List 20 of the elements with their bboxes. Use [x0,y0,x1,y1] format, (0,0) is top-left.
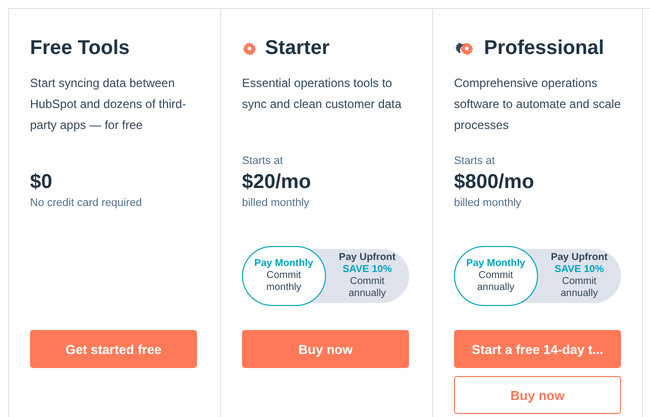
plan-description: Comprehensive operations software to automate and scale processes [454,75,621,134]
billing-option[interactable]: Pay Monthly Commit monthly [242,246,326,306]
starts-at-label: Starts at [242,155,284,167]
price-note: billed monthly [242,197,310,209]
plan-description: Start syncing data between HubSpot and dozens of third-party apps — for free [30,75,188,134]
price-note: billed monthly [454,197,522,209]
plan-description: Essential operations tools to sync and clean customer data [242,75,402,113]
plan-title: Starter [265,36,330,60]
gears-icon [454,40,476,56]
price-note: No credit card required [30,197,143,209]
plan-title: Free Tools [30,36,130,60]
plan-price: $0 [30,171,54,194]
billing-option[interactable]: Pay Upfront SAVE 10% Commit annually [538,249,621,303]
gear-icon [242,40,257,56]
billing-option[interactable]: Pay Upfront SAVE 10% Commit annually [326,249,409,303]
plan-title: Professional [484,36,604,60]
billing-option[interactable]: Pay Monthly Commit annually [454,246,538,306]
plan-price: $800/mo [454,171,536,194]
starts-at-label: Starts at [454,155,496,167]
plan-price: $20/mo [242,171,312,194]
